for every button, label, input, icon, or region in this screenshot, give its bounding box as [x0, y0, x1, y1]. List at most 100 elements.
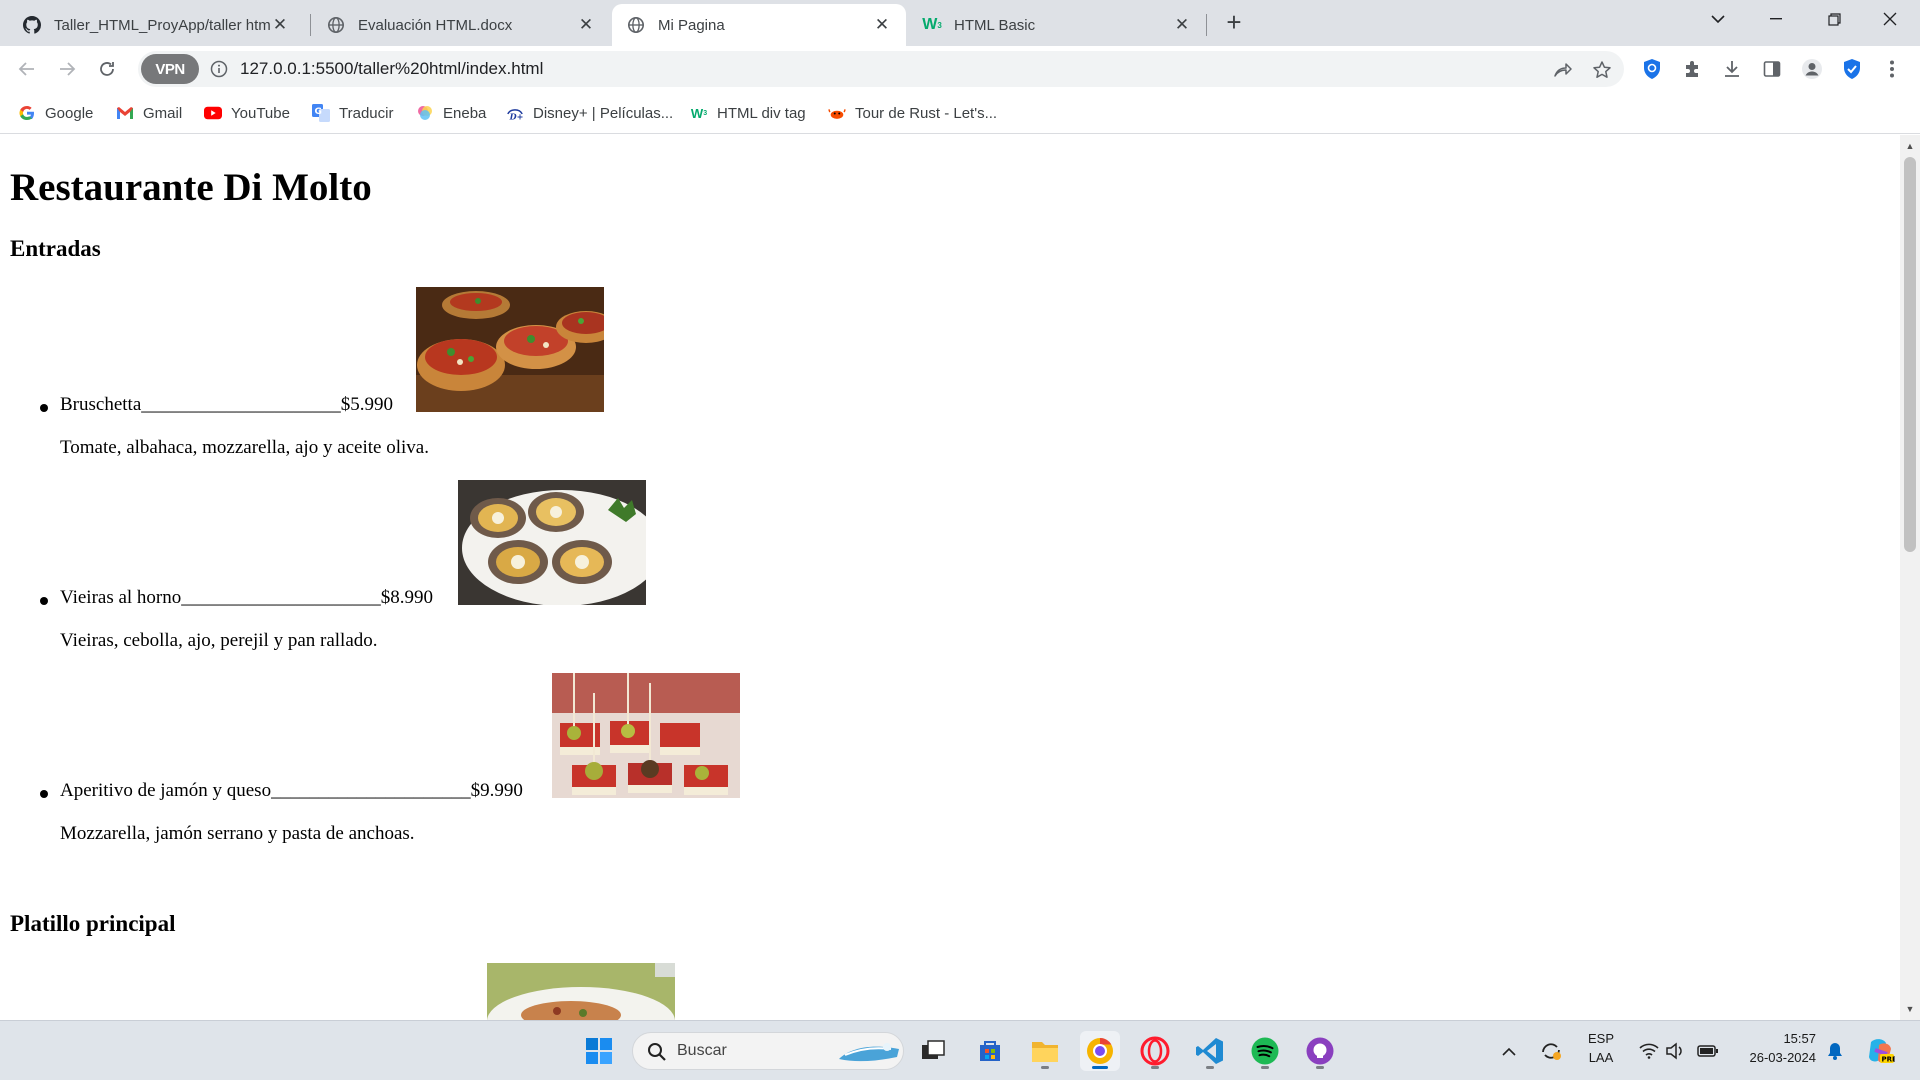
main-dish-photo — [487, 963, 675, 1020]
tab-title: Mi Pagina — [658, 16, 725, 34]
sync-app-tray-icon[interactable] — [1534, 1031, 1568, 1071]
site-info-icon[interactable] — [210, 60, 228, 78]
input-language-top[interactable]: ESP — [1584, 1031, 1618, 1046]
notification-bell-icon[interactable] — [1820, 1031, 1850, 1071]
scroll-down-arrow-icon[interactable]: ▼ — [1900, 1000, 1920, 1018]
bookmark-gmail[interactable]: Gmail — [116, 102, 182, 124]
restore-button[interactable] — [1806, 0, 1862, 38]
share-icon[interactable] — [1550, 58, 1574, 82]
globe-icon — [326, 15, 346, 35]
bookmarks-bar: Google Gmail YouTube G Traducir Eneba D+… — [0, 92, 1920, 134]
shield-extension-icon[interactable] — [1640, 57, 1664, 81]
menu-item-description: Tomate, albahaca, mozzarella, ajo y acei… — [60, 437, 429, 458]
search-icon — [648, 1043, 666, 1061]
forward-button[interactable] — [52, 54, 82, 84]
github-desktop-icon[interactable] — [1300, 1031, 1340, 1071]
list-bullet — [40, 404, 48, 412]
vpn-badge[interactable]: VPN — [141, 54, 199, 84]
page-scrollbar[interactable]: ▲ ▼ — [1900, 135, 1920, 1020]
windows-start-icon[interactable] — [579, 1031, 619, 1071]
bookmark-label: Tour de Rust - Let's... — [855, 104, 998, 122]
bookmark-star-icon[interactable] — [1590, 58, 1614, 82]
close-icon[interactable]: ✕ — [872, 15, 892, 35]
url-text[interactable]: 127.0.0.1:5500/taller%20html/index.html — [240, 59, 543, 79]
youtube-icon — [204, 104, 222, 122]
back-button[interactable] — [12, 54, 42, 84]
minimize-button[interactable] — [1748, 0, 1804, 38]
gmail-icon — [116, 104, 134, 122]
spotify-icon[interactable] — [1245, 1031, 1285, 1071]
address-bar[interactable]: VPN 127.0.0.1:5500/taller%20html/index.h… — [138, 51, 1624, 87]
menu-kebab-icon[interactable] — [1880, 57, 1904, 81]
microsoft-store-icon[interactable] — [970, 1031, 1010, 1071]
list-bullet — [40, 597, 48, 605]
reload-button[interactable] — [92, 54, 122, 84]
copilot-icon[interactable]: PRE — [1862, 1031, 1898, 1071]
security-extension-icon[interactable] — [1840, 57, 1864, 81]
close-icon[interactable]: ✕ — [1172, 15, 1192, 35]
section-heading-platillo-principal: Platillo principal — [10, 911, 176, 936]
running-indicator — [1041, 1066, 1049, 1069]
eneba-icon — [416, 104, 434, 122]
translate-icon: G — [312, 104, 330, 122]
profile-avatar-icon[interactable] — [1800, 57, 1824, 81]
show-hidden-icons-chevron-icon[interactable] — [1494, 1031, 1524, 1071]
vscode-icon[interactable] — [1190, 1031, 1230, 1071]
github-icon — [22, 15, 42, 35]
running-indicator — [1206, 1066, 1214, 1069]
chrome-taskbar-icon[interactable] — [1080, 1031, 1120, 1071]
running-indicator — [1092, 1066, 1108, 1069]
tab-search-chevron-icon[interactable] — [1690, 0, 1746, 38]
bookmark-traducir[interactable]: G Traducir — [312, 102, 393, 124]
svg-text:D+: D+ — [509, 111, 524, 121]
bookmark-label: Disney+ | Películas... — [533, 104, 674, 122]
menu-item-aperitivo: Aperitivo de jamón y queso______________… — [60, 780, 523, 801]
download-icon[interactable] — [1720, 57, 1744, 81]
opera-icon[interactable] — [1135, 1031, 1175, 1071]
bookmark-google[interactable]: Google — [18, 102, 93, 124]
close-icon[interactable]: ✕ — [576, 15, 596, 35]
taskbar-search-box[interactable]: Buscar — [632, 1032, 904, 1070]
bookmark-label: Traducir — [339, 104, 394, 122]
task-view-icon[interactable] — [913, 1031, 953, 1071]
tab-title: Taller_HTML_ProyApp/taller html — [54, 16, 270, 34]
bookmark-label: HTML div tag — [717, 104, 806, 122]
tab-evaluacion[interactable]: Evaluación HTML.docx ✕ — [312, 4, 610, 46]
tab-taller-html[interactable]: Taller_HTML_ProyApp/taller html ✕ — [8, 4, 304, 46]
extensions-puzzle-icon[interactable] — [1681, 57, 1705, 81]
tab-separator — [310, 14, 311, 36]
close-icon[interactable]: ✕ — [270, 15, 290, 35]
menu-item-vieiras: Vieiras al horno_____________________$8.… — [60, 587, 434, 608]
bookmark-disney[interactable]: D+ Disney+ | Películas... — [506, 102, 673, 124]
scallops-photo — [458, 480, 646, 605]
volume-icon[interactable] — [1660, 1031, 1690, 1071]
search-placeholder: Buscar — [677, 1042, 727, 1059]
browser-toolbar: VPN 127.0.0.1:5500/taller%20html/index.h… — [0, 46, 1920, 92]
bookmark-label: YouTube — [231, 104, 290, 122]
bookmark-eneba[interactable]: Eneba — [416, 102, 486, 124]
search-highlight-illustration-icon — [839, 1043, 899, 1062]
close-window-button[interactable] — [1862, 0, 1918, 38]
clock-date[interactable]: 26-03-2024 — [1732, 1050, 1817, 1065]
bookmark-youtube[interactable]: YouTube — [204, 102, 290, 124]
windows-taskbar: Buscar ESP LAA 15:57 26-03-2024 PRE — [0, 1020, 1920, 1080]
tab-mi-pagina[interactable]: Mi Pagina ✕ — [612, 4, 906, 46]
new-tab-button[interactable]: + — [1219, 8, 1249, 38]
scroll-up-arrow-icon[interactable]: ▲ — [1900, 137, 1920, 155]
side-panel-icon[interactable] — [1760, 57, 1784, 81]
tab-html-basic[interactable]: W3 HTML Basic ✕ — [908, 4, 1206, 46]
bookmark-tour-de-rust[interactable]: Tour de Rust - Let's... — [828, 102, 997, 124]
input-language-bottom[interactable]: LAA — [1584, 1050, 1618, 1065]
bookmark-html-div-tag[interactable]: W3 HTML div tag — [690, 102, 806, 124]
list-bullet — [40, 790, 48, 798]
disney-icon: D+ — [506, 104, 524, 122]
tab-separator — [1206, 14, 1207, 36]
scrollbar-thumb[interactable] — [1904, 157, 1916, 552]
clock-time[interactable]: 15:57 — [1736, 1031, 1816, 1046]
menu-item-description: Vieiras, cebolla, ajo, perejil y pan ral… — [60, 630, 378, 651]
rust-crab-icon — [828, 104, 846, 122]
running-indicator — [1261, 1066, 1269, 1069]
menu-item-bruschetta: Bruschetta_____________________$5.990 — [60, 394, 394, 415]
file-explorer-icon[interactable] — [1025, 1031, 1065, 1071]
battery-icon[interactable] — [1693, 1031, 1723, 1071]
